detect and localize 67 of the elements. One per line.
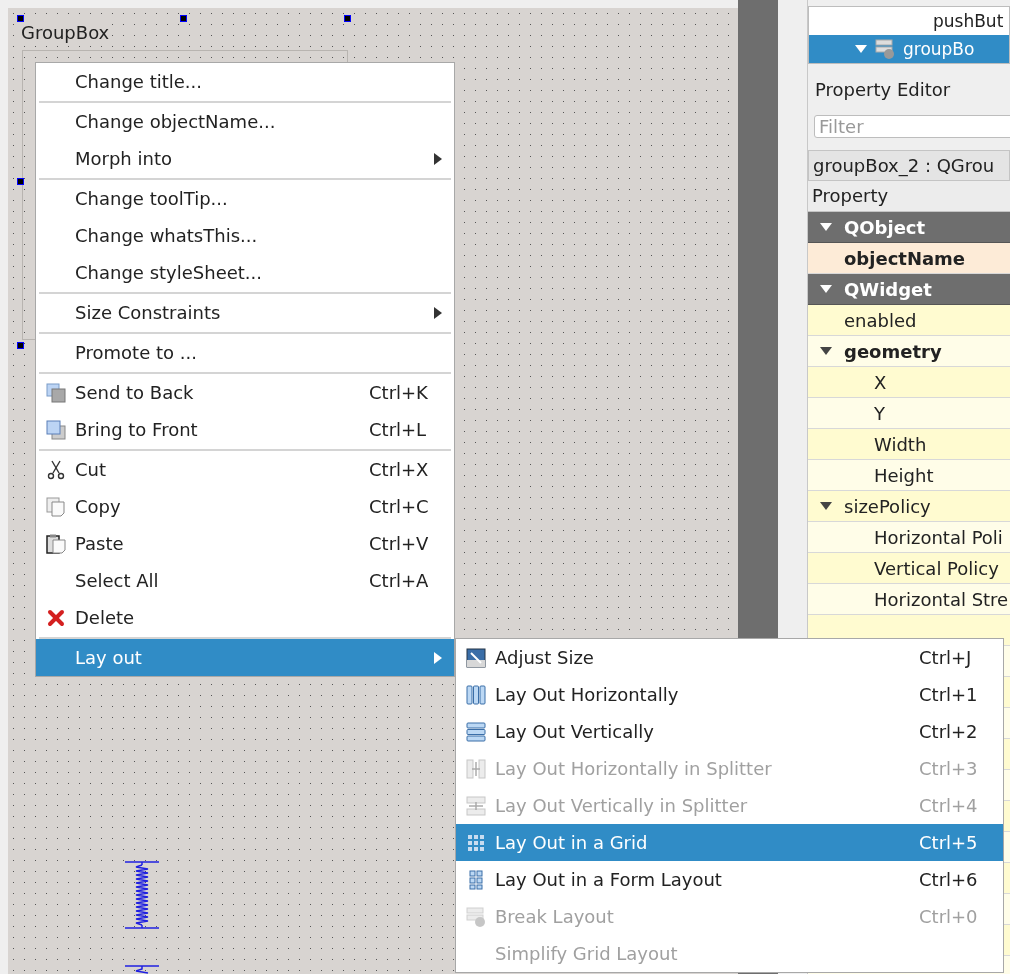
submenu-arrow-icon[interactable] xyxy=(434,152,442,165)
object-class-label: groupBox_2 : QGrou xyxy=(808,150,1010,181)
menu-item[interactable]: Select All Ctrl+A xyxy=(36,562,454,599)
menu-item[interactable]: Cut Ctrl+X xyxy=(36,451,454,488)
copy-icon xyxy=(45,496,66,517)
selection-handle[interactable] xyxy=(180,15,187,22)
grid-icon xyxy=(465,832,486,853)
property-row[interactable]: Horizontal Stre xyxy=(808,584,1010,615)
adjust-size-icon xyxy=(465,647,486,668)
menu-item[interactable]: Adjust Size Ctrl+J xyxy=(456,639,1003,676)
menu-item[interactable]: Change whatsThis... xyxy=(36,217,454,254)
menu-item[interactable]: Lay Out in a Form Layout Ctrl+6 xyxy=(456,861,1003,898)
bring-to-front-icon xyxy=(45,419,66,440)
property-row[interactable]: Horizontal Poli xyxy=(808,522,1010,553)
tree-item[interactable]: pushBut xyxy=(809,7,1009,35)
menu-item[interactable]: Lay Out Vertically Ctrl+2 xyxy=(456,713,1003,750)
menu-item[interactable]: Lay Out in a Grid Ctrl+5 xyxy=(456,824,1003,861)
property-row[interactable]: X xyxy=(808,367,1010,398)
property-editor-title: Property Editor xyxy=(815,78,952,102)
menu-item[interactable]: Promote to ... xyxy=(36,334,454,371)
property-row[interactable]: enabled xyxy=(808,305,1010,336)
paste-icon xyxy=(45,533,66,554)
selection-handle[interactable] xyxy=(344,15,351,22)
menu-item[interactable]: Send to Back Ctrl+K xyxy=(36,374,454,411)
break-layout-icon xyxy=(465,906,486,927)
menu-item[interactable]: Morph into xyxy=(36,140,454,177)
submenu-arrow-icon[interactable] xyxy=(434,306,442,319)
property-row[interactable]: Y xyxy=(808,398,1010,429)
horizontal-splitter-icon xyxy=(465,758,486,779)
group-box-icon xyxy=(875,39,895,59)
columns-icon xyxy=(465,684,486,705)
expand-arrow-icon[interactable] xyxy=(820,502,832,510)
menu-item[interactable]: Lay out xyxy=(36,639,454,676)
property-row[interactable]: geometry xyxy=(808,336,1010,367)
tree-item[interactable]: groupBo xyxy=(809,35,1009,63)
selection-handle[interactable] xyxy=(17,342,24,349)
property-row[interactable]: objectName xyxy=(808,243,1010,274)
vertical-spacer-drawing[interactable] xyxy=(125,861,159,929)
menu-item[interactable]: Paste Ctrl+V xyxy=(36,525,454,562)
menu-item[interactable]: Change styleSheet... xyxy=(36,254,454,291)
filter-field[interactable]: Filter xyxy=(814,115,1010,138)
menu-item[interactable]: Copy Ctrl+C xyxy=(36,488,454,525)
send-to-back-icon xyxy=(45,382,66,403)
property-row[interactable]: Height xyxy=(808,460,1010,491)
menu-item[interactable]: Bring to Front Ctrl+L xyxy=(36,411,454,448)
expand-arrow-icon[interactable] xyxy=(820,223,832,231)
vertical-splitter-icon xyxy=(465,795,486,816)
delete-icon xyxy=(45,607,66,628)
menu-item[interactable]: Change title... xyxy=(36,63,454,100)
selection-handle[interactable] xyxy=(17,178,24,185)
expand-arrow-icon[interactable] xyxy=(820,285,832,293)
menu-item[interactable]: Change toolTip... xyxy=(36,180,454,217)
menu-item[interactable]: Size Constraints xyxy=(36,294,454,331)
menu-item[interactable]: Change objectName... xyxy=(36,103,454,140)
menu-item[interactable]: Lay Out Horizontally Ctrl+1 xyxy=(456,676,1003,713)
property-row[interactable]: sizePolicy xyxy=(808,491,1010,522)
property-category-row[interactable]: QWidget xyxy=(808,274,1010,305)
menu-item[interactable]: Delete xyxy=(36,599,454,636)
selection-handle[interactable] xyxy=(17,15,24,22)
vertical-spacer-drawing[interactable] xyxy=(125,965,159,974)
property-category-row[interactable]: QObject xyxy=(808,212,1010,243)
rows-icon xyxy=(465,721,486,742)
group-box-title: GroupBox xyxy=(21,21,110,45)
property-row[interactable]: Width xyxy=(808,429,1010,460)
scissors-icon xyxy=(45,459,66,480)
property-row[interactable]: Vertical Policy xyxy=(808,553,1010,584)
expand-arrow-icon[interactable] xyxy=(820,347,832,355)
